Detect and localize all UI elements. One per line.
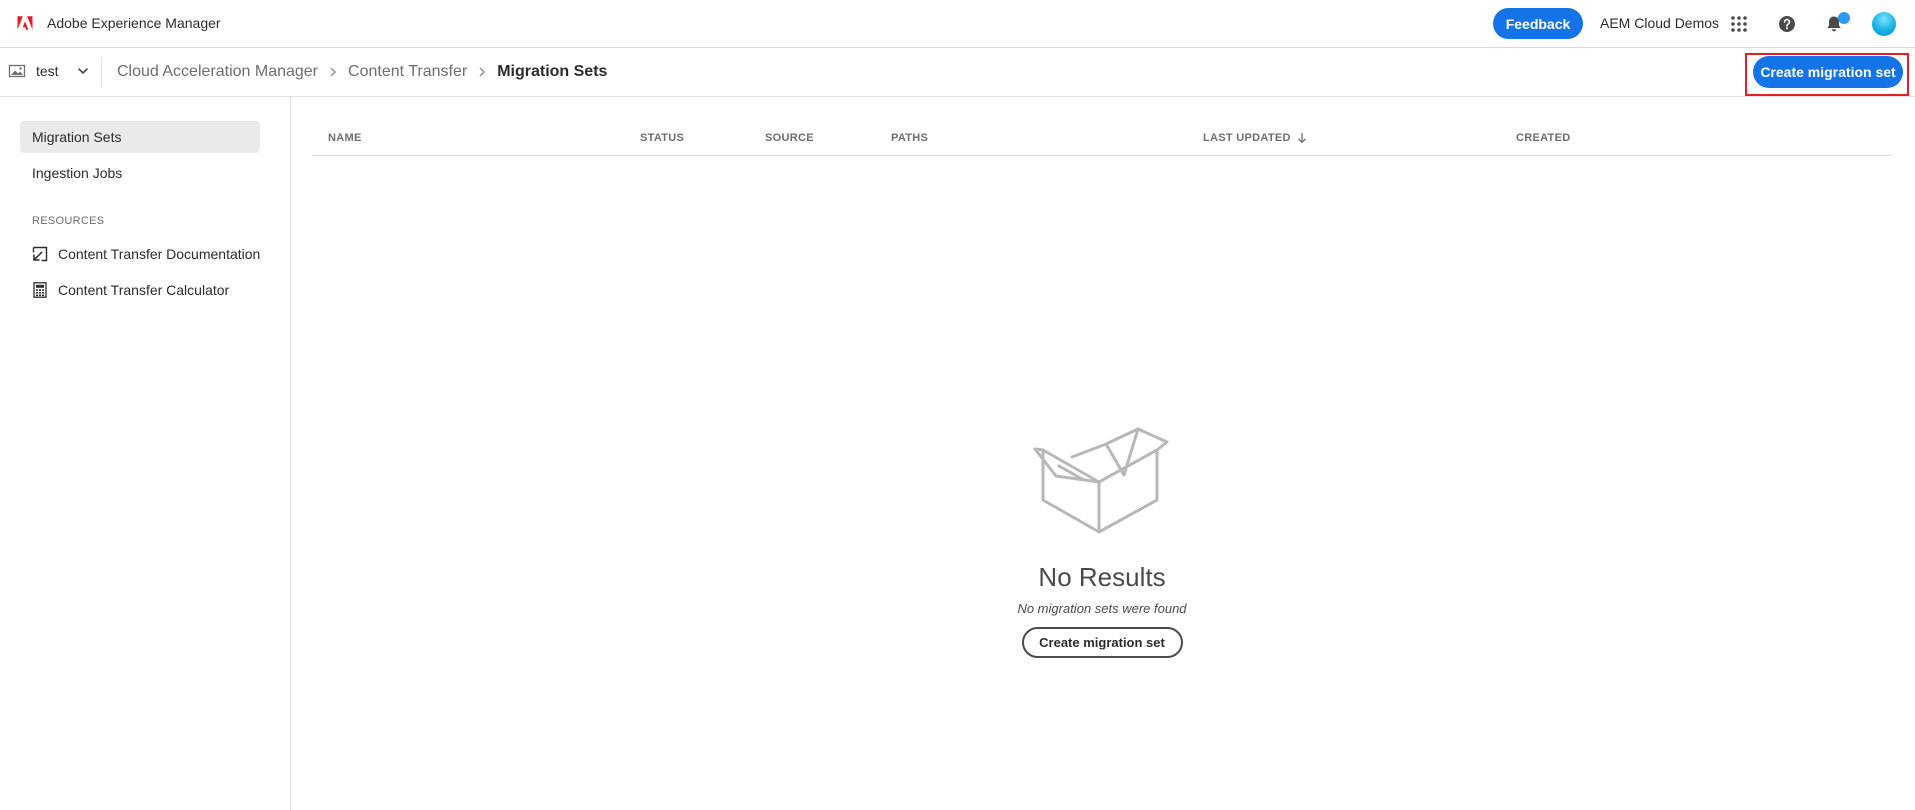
feedback-button[interactable]: Feedback bbox=[1493, 8, 1583, 39]
content-transfer-calculator-link[interactable]: Content Transfer Calculator bbox=[32, 282, 229, 298]
app-title[interactable]: Adobe Experience Manager bbox=[47, 15, 221, 31]
arrow-down-icon bbox=[1297, 133, 1306, 144]
site-picker[interactable]: test bbox=[8, 62, 89, 80]
site-label: test bbox=[36, 63, 59, 79]
column-header-source[interactable]: SOURCE bbox=[765, 132, 814, 144]
action-bar: test Cloud Acceleration Manager Content … bbox=[0, 48, 1915, 97]
column-header-created[interactable]: CREATED bbox=[1516, 132, 1570, 144]
table-header: NAME STATUS SOURCE PATHS LAST UPDATED CR… bbox=[312, 122, 1892, 156]
side-nav: Migration Sets Ingestion Jobs RESOURCES … bbox=[0, 97, 291, 810]
breadcrumb: Cloud Acceleration Manager Content Trans… bbox=[117, 63, 607, 81]
empty-state-title: No Results bbox=[1038, 562, 1166, 592]
notification-badge bbox=[1838, 12, 1850, 24]
chevron-right-icon bbox=[476, 66, 488, 78]
create-migration-set-button[interactable]: Create migration set bbox=[1753, 56, 1903, 88]
external-link-icon bbox=[32, 246, 48, 262]
empty-state: No Results No migration sets were found … bbox=[312, 420, 1892, 658]
column-header-status[interactable]: STATUS bbox=[640, 132, 684, 144]
divider bbox=[101, 58, 102, 87]
content-transfer-documentation-link[interactable]: Content Transfer Documentation bbox=[32, 246, 260, 262]
help-icon[interactable] bbox=[1776, 13, 1798, 35]
chevron-down-icon bbox=[77, 68, 88, 74]
empty-state-create-button[interactable]: Create migration set bbox=[1021, 627, 1183, 658]
open-box-icon bbox=[1033, 427, 1169, 534]
org-switcher[interactable]: AEM Cloud Demos bbox=[1600, 15, 1719, 31]
breadcrumb-item-cloud-acceleration-manager[interactable]: Cloud Acceleration Manager bbox=[117, 63, 318, 81]
column-header-last-updated[interactable]: LAST UPDATED bbox=[1203, 132, 1307, 144]
chevron-right-icon bbox=[327, 66, 339, 78]
empty-state-description: No migration sets were found bbox=[1017, 601, 1187, 616]
column-header-label: LAST UPDATED bbox=[1203, 132, 1291, 144]
column-header-paths[interactable]: PATHS bbox=[891, 132, 928, 144]
sidebar-item-migration-sets[interactable]: Migration Sets bbox=[20, 121, 260, 153]
apps-grid-icon[interactable] bbox=[1728, 13, 1750, 35]
shell-header: Adobe Experience Manager Feedback AEM Cl… bbox=[0, 0, 1915, 48]
avatar[interactable] bbox=[1872, 12, 1896, 36]
image-icon bbox=[8, 64, 26, 78]
breadcrumb-item-content-transfer[interactable]: Content Transfer bbox=[348, 63, 467, 81]
calculator-icon bbox=[32, 282, 48, 298]
resources-heading: RESOURCES bbox=[32, 215, 105, 227]
column-header-name[interactable]: NAME bbox=[328, 132, 362, 144]
link-label: Content Transfer Calculator bbox=[58, 282, 230, 298]
sidebar-item-ingestion-jobs[interactable]: Ingestion Jobs bbox=[20, 157, 260, 189]
link-label: Content Transfer Documentation bbox=[58, 246, 261, 262]
breadcrumb-item-migration-sets: Migration Sets bbox=[497, 63, 608, 80]
adobe-logo-icon[interactable] bbox=[16, 14, 34, 32]
